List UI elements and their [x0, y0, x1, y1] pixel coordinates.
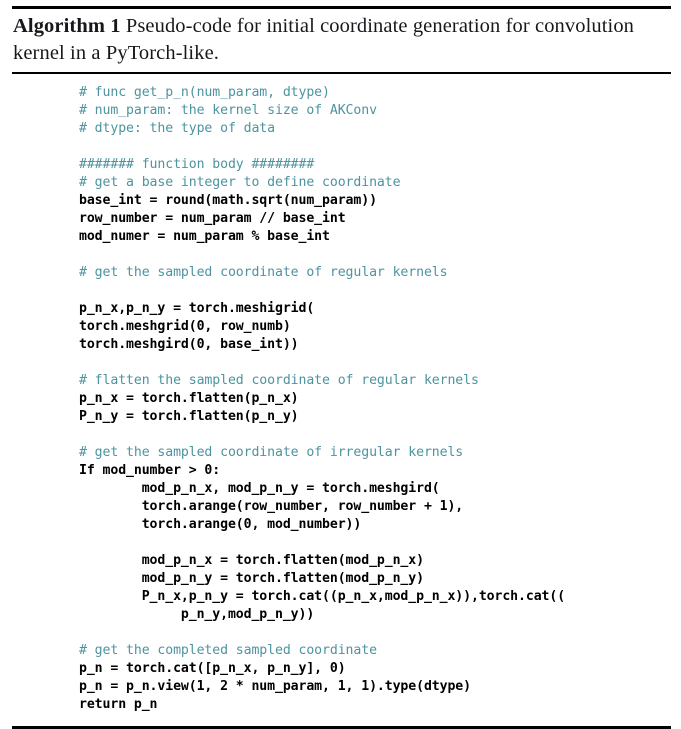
code-line: torch.arange(0, mod_number)) — [79, 517, 362, 532]
code-line: # get the sampled coordinate of irregula… — [79, 445, 464, 460]
code-line: row_number = num_param // base_int — [79, 211, 346, 226]
code-line: mod_numer = num_param % base_int — [79, 229, 330, 244]
code-line: If mod_number > 0: — [79, 463, 221, 478]
algorithm-number: 1 — [110, 15, 121, 37]
code-line: torch.arange(row_number, row_number + 1)… — [79, 499, 464, 514]
code-line: # dtype: the type of data — [79, 121, 275, 136]
algorithm-caption: Algorithm 1 Pseudo-code for initial coor… — [12, 9, 671, 69]
code-line: P_n_y = torch.flatten(p_n_y) — [79, 409, 299, 424]
code-line: return p_n — [79, 697, 158, 712]
algorithm-label: Algorithm — [13, 15, 105, 37]
algorithm-block: Algorithm 1 Pseudo-code for initial coor… — [12, 6, 671, 729]
code-line: torch.meshgrid(0, row_numb) — [79, 319, 291, 334]
code-line: p_n_y,mod_p_n_y)) — [79, 607, 315, 622]
code-line: # func get_p_n(num_param, dtype) — [79, 85, 330, 100]
code-line: P_n_x,p_n_y = torch.cat((p_n_x,mod_p_n_x… — [79, 589, 566, 604]
code-line: ####### function body ######## — [79, 157, 315, 172]
code-line: p_n_x = torch.flatten(p_n_x) — [79, 391, 299, 406]
code-line: mod_p_n_x, mod_p_n_y = torch.meshgird( — [79, 481, 440, 496]
code-line: # get a base integer to define coordinat… — [79, 175, 401, 190]
code-line: mod_p_n_x = torch.flatten(mod_p_n_x) — [79, 553, 424, 568]
code-line: p_n_x,p_n_y = torch.meshigrid( — [79, 301, 315, 316]
code-line: mod_p_n_y = torch.flatten(mod_p_n_y) — [79, 571, 424, 586]
code-line: # get the sampled coordinate of regular … — [79, 265, 448, 280]
code-line: # num_param: the kernel size of AKConv — [79, 103, 377, 118]
code-line: p_n = p_n.view(1, 2 * num_param, 1, 1).t… — [79, 679, 471, 694]
code-line: # get the completed sampled coordinate — [79, 643, 377, 658]
code-line: base_int = round(math.sqrt(num_param)) — [79, 193, 377, 208]
code-line: torch.meshgird(0, base_int)) — [79, 337, 299, 352]
code-line: p_n = torch.cat([p_n_x, p_n_y], 0) — [79, 661, 346, 676]
pseudocode-listing: # func get_p_n(num_param, dtype) # num_pa… — [12, 84, 671, 714]
code-line: # flatten the sampled coordinate of regu… — [79, 373, 479, 388]
algorithm-body: # func get_p_n(num_param, dtype) # num_pa… — [12, 74, 671, 726]
